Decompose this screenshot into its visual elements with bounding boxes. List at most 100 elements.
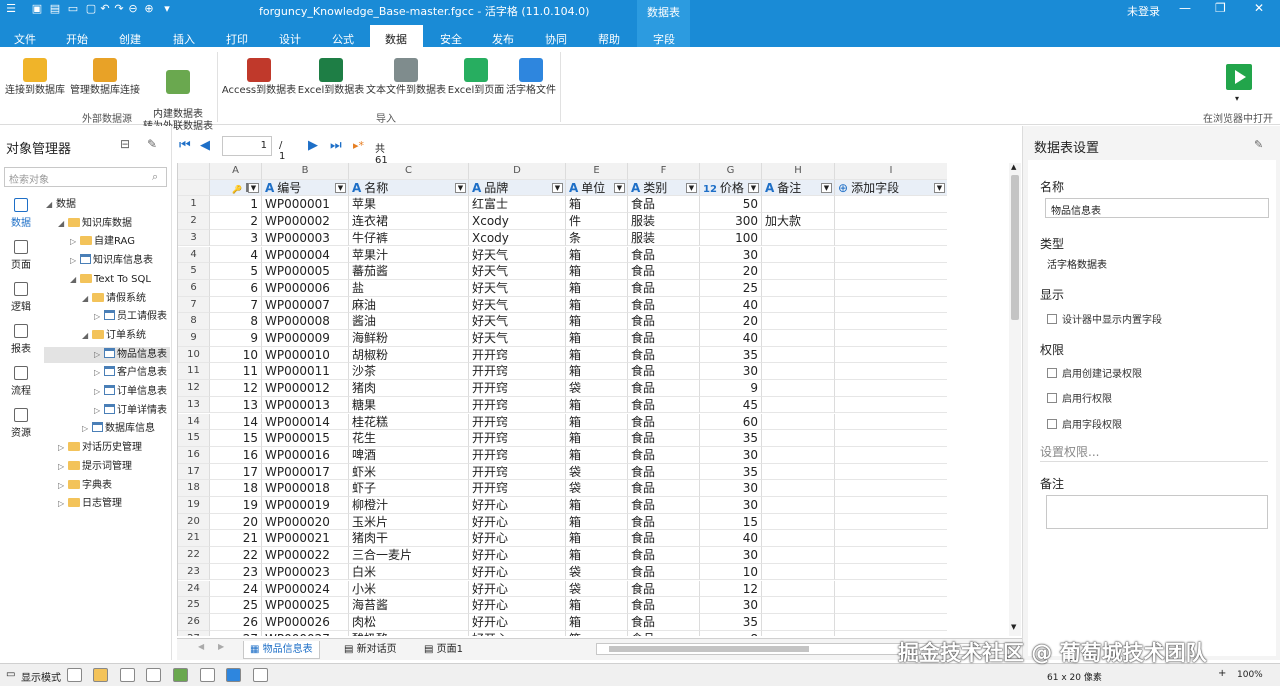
page-input[interactable]: 1 [222, 136, 272, 156]
table-cell[interactable] [835, 196, 947, 214]
table-row[interactable]: 2727WP000027酸奶酪好开心箱食品8 [178, 630, 947, 636]
table-cell[interactable]: 麻油 [349, 296, 469, 314]
table-cell[interactable]: 食品 [628, 396, 700, 414]
row-number[interactable]: 26 [178, 613, 210, 631]
table-cell[interactable]: WP000013 [262, 396, 349, 414]
tab-2[interactable]: 创建 [119, 31, 141, 47]
table-cell[interactable]: 连衣裙 [349, 213, 469, 230]
expand-icon[interactable]: ▷ [58, 440, 68, 456]
row-permission-checkbox[interactable]: 启用行权限 [1047, 390, 1112, 405]
table-cell[interactable] [762, 313, 835, 330]
table-cell[interactable] [762, 413, 835, 431]
close-icon[interactable]: ✕ [1254, 1, 1264, 15]
table-cell[interactable] [762, 630, 835, 636]
pin-icon[interactable]: ✎ [1254, 138, 1263, 151]
table-cell[interactable]: 10 [700, 563, 762, 581]
table-row[interactable]: 26 26 WP000026 肉松 好开心箱食品 35 [178, 613, 947, 631]
table-cell[interactable] [835, 263, 947, 280]
table-cell[interactable] [835, 414, 947, 431]
table-cell[interactable] [762, 563, 835, 581]
table-row[interactable]: 13 13 WP000013 糖果 开开窍箱食品 45 [178, 396, 947, 414]
table-cell[interactable]: 箱 [566, 396, 628, 414]
run-in-browser-button[interactable] [1226, 64, 1252, 90]
table-row[interactable]: 6 6 WP000006 盐好天气箱食品 25 [178, 279, 947, 297]
tree-item[interactable]: ▷ 字典表 [58, 478, 112, 494]
table-cell[interactable]: 20 [700, 263, 762, 280]
table-cell[interactable]: 袋 [566, 380, 628, 397]
table-view-icon[interactable] [173, 668, 188, 682]
table-cell[interactable]: 食品 [628, 313, 700, 330]
table-cell[interactable]: 食品 [628, 263, 700, 280]
table-cell[interactable]: 好开心 [469, 613, 566, 631]
table-cell[interactable] [835, 514, 947, 531]
table-cell[interactable] [762, 480, 835, 497]
table-cell[interactable]: 30 [700, 446, 762, 464]
tab-6[interactable]: 公式 [332, 31, 354, 47]
table-cell[interactable]: 开开窍 [469, 346, 566, 364]
tab-3[interactable]: 插入 [173, 31, 195, 47]
table-cell[interactable]: 酱油 [349, 313, 469, 330]
table-cell[interactable]: 35 [700, 430, 762, 447]
table-cell[interactable] [835, 614, 947, 631]
table-cell[interactable]: 21 [210, 530, 262, 548]
table-cell[interactable]: 玉米片 [349, 513, 469, 531]
expand-icon[interactable]: ◢ [70, 272, 80, 288]
table-cell[interactable] [835, 631, 947, 636]
table-cell[interactable]: WP000024 [262, 580, 349, 598]
first-page-icon[interactable]: ⏮ [179, 138, 191, 153]
table-cell[interactable]: 1 [210, 196, 262, 214]
expand-icon[interactable]: ▷ [58, 496, 68, 512]
table-cell[interactable] [762, 446, 835, 464]
table-cell[interactable]: 25 [700, 279, 762, 297]
tree-item[interactable]: ◢ 订单系统 [82, 328, 146, 344]
table-cell[interactable]: 食品 [628, 446, 700, 464]
tree-item[interactable]: ▷ 对话历史管理 [58, 440, 142, 456]
row-number[interactable]: 4 [178, 246, 210, 264]
side-tab-3[interactable]: 报表 [4, 324, 38, 355]
table-cell[interactable]: WP000021 [262, 530, 349, 548]
table-cell[interactable]: 食品 [628, 380, 700, 397]
expand-icon[interactable]: ▷ [94, 384, 104, 400]
row-number[interactable]: 16 [178, 446, 210, 464]
table-row[interactable]: 14 14 WP000014 桂花糕 开开窍箱食品 60 [178, 413, 947, 431]
row-number[interactable]: 24 [178, 580, 210, 598]
table-cell[interactable] [835, 530, 947, 548]
forguncy-file-button[interactable]: 活字格文件 [504, 58, 558, 97]
table-cell[interactable]: 白米 [349, 563, 469, 581]
table-cell[interactable]: 胡椒粉 [349, 346, 469, 364]
table-row[interactable]: 16 16 WP000016 啤酒 开开窍箱食品 30 [178, 446, 947, 464]
table-name-input[interactable]: 物品信息表 [1045, 198, 1269, 218]
table-cell[interactable]: 5 [210, 263, 262, 280]
table-cell[interactable]: 好开心 [469, 497, 566, 514]
table-cell[interactable]: 45 [700, 396, 762, 414]
table-cell[interactable] [762, 229, 835, 247]
table-cell[interactable]: 开开窍 [469, 463, 566, 481]
table-cell[interactable]: 服装 [628, 213, 700, 230]
table-cell[interactable]: 啤酒 [349, 446, 469, 464]
table-cell[interactable]: WP000018 [262, 480, 349, 497]
table-cell[interactable]: 虾子 [349, 480, 469, 497]
tab-12[interactable]: 字段 [653, 31, 675, 47]
row-number[interactable]: 3 [178, 229, 210, 247]
table-cell[interactable]: 箱 [566, 530, 628, 548]
table-cell[interactable]: 件 [566, 213, 628, 230]
table-cell[interactable]: WP000007 [262, 296, 349, 314]
table-cell[interactable]: 12 [210, 380, 262, 397]
tree-item[interactable]: ◢ Text To SQL [70, 272, 151, 288]
row-number[interactable]: 5 [178, 263, 210, 280]
column-letter[interactable]: C [349, 163, 469, 180]
table-cell[interactable]: 30 [700, 480, 762, 497]
terminal-icon[interactable] [67, 668, 82, 682]
table-cell[interactable]: 袋 [566, 463, 628, 481]
tree-item[interactable]: ◢ 请假系统 [82, 291, 146, 307]
table-cell[interactable]: 食品 [628, 363, 700, 381]
field-dropdown-icon[interactable]: ▼ [748, 182, 759, 193]
access-import-button[interactable]: Access到数据表 [221, 58, 297, 97]
table-cell[interactable]: 食品 [628, 296, 700, 314]
tab-8[interactable]: 安全 [440, 31, 462, 47]
new-icon[interactable]: ▢ [84, 1, 98, 16]
table-cell[interactable] [835, 547, 947, 564]
table-cell[interactable]: 食品 [628, 563, 700, 581]
tree-item[interactable]: ▷ 自建RAG [70, 234, 135, 250]
row-number[interactable]: 9 [178, 330, 210, 347]
